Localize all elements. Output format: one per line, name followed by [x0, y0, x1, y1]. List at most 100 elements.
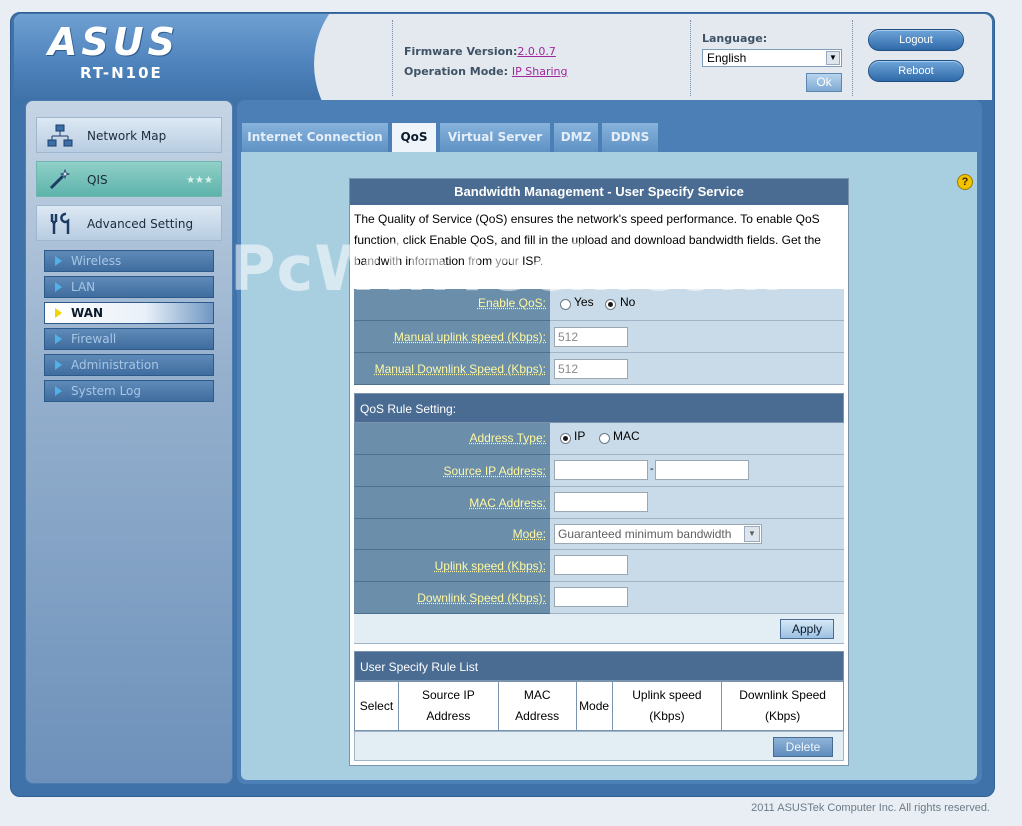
- firmware-label: Firmware Version:: [404, 45, 518, 58]
- mode-label: Mode:: [354, 519, 550, 550]
- qos-no-label: No: [620, 295, 636, 309]
- asus-logo: ASUS: [48, 20, 180, 64]
- language-ok-button[interactable]: Ok: [806, 73, 842, 92]
- mode-row: Mode: Guaranteed minimum bandwidth ▼: [354, 519, 844, 550]
- rule-list-section-header: User Specify Rule List: [354, 651, 844, 681]
- language-label: Language:: [702, 32, 768, 45]
- column-header: Select: [354, 681, 399, 731]
- source-ip-row: Source IP Address: -: [354, 455, 844, 487]
- sidebar-subitem-label: Wireless: [71, 254, 122, 268]
- mac-address-row: MAC Address:: [354, 487, 844, 519]
- firmware-version-link[interactable]: 2.0.0.7: [517, 45, 555, 58]
- firmware-info: Firmware Version:2.0.0.7 Operation Mode:…: [404, 42, 567, 82]
- table-header-row: Select Source IP Address MAC Address Mod…: [354, 681, 844, 731]
- enable-qos-field: Yes No: [550, 289, 844, 321]
- content-area: ? Bandwidth Management - User Specify Se…: [241, 152, 977, 780]
- rule-uplink-field: [550, 550, 844, 582]
- qos-panel: Bandwidth Management - User Specify Serv…: [349, 178, 849, 766]
- sidebar-item-qis[interactable]: QIS ★★★: [36, 161, 222, 197]
- address-ip-label: IP: [574, 429, 586, 443]
- enable-qos-row: Enable QoS: Yes No: [354, 289, 844, 321]
- sidebar-item-administration[interactable]: Administration: [44, 354, 214, 376]
- sidebar-subitem-label: Firewall: [71, 332, 117, 346]
- qos-yes-radio[interactable]: [560, 299, 571, 310]
- qos-rule-section-header: QoS Rule Setting:: [354, 393, 844, 423]
- tab-qos[interactable]: QoS: [391, 122, 437, 153]
- rule-uplink-row: Uplink speed (Kbps):: [354, 550, 844, 582]
- address-type-row: Address Type: IP MAC: [354, 423, 844, 455]
- downlink-label: Manual Downlink Speed (Kbps):: [354, 353, 550, 385]
- uplink-field: 512: [550, 321, 844, 353]
- source-ip-field: -: [550, 455, 844, 487]
- logout-button[interactable]: Logout: [868, 29, 964, 51]
- address-mac-label: MAC: [613, 429, 640, 443]
- qos-yes-label: Yes: [574, 295, 594, 309]
- enable-qos-label: Enable QoS:: [354, 289, 550, 321]
- help-icon[interactable]: ?: [957, 174, 973, 190]
- sidebar-item-label: Advanced Setting: [87, 217, 194, 231]
- sidebar: Network Map QIS ★★★ Advanced Setting Wir…: [25, 100, 233, 784]
- apply-row: Apply: [354, 614, 844, 644]
- rule-downlink-field: [550, 582, 844, 614]
- opmode-label: Operation Mode:: [404, 65, 509, 78]
- mode-field: Guaranteed minimum bandwidth ▼: [550, 519, 844, 550]
- triangle-right-icon: [55, 282, 62, 292]
- sidebar-subitem-label: WAN: [71, 306, 104, 320]
- downlink-field: 512: [550, 353, 844, 385]
- sidebar-item-wan[interactable]: WAN: [44, 302, 214, 324]
- address-type-label: Address Type:: [354, 423, 550, 455]
- delete-button[interactable]: Delete: [773, 737, 833, 757]
- sidebar-item-system-log[interactable]: System Log: [44, 380, 214, 402]
- sidebar-item-label: QIS: [87, 173, 108, 187]
- apply-button[interactable]: Apply: [780, 619, 834, 639]
- uplink-label: Manual uplink speed (Kbps):: [354, 321, 550, 353]
- column-header: Uplink speed (Kbps): [611, 681, 723, 731]
- triangle-right-icon: [55, 360, 62, 370]
- column-header: MAC Address: [497, 681, 577, 731]
- tab-dmz[interactable]: DMZ: [553, 122, 599, 152]
- sidebar-subitem-label: LAN: [71, 280, 96, 294]
- chevron-down-icon[interactable]: ▼: [826, 51, 840, 65]
- manual-uplink-input[interactable]: 512: [554, 327, 628, 347]
- magic-wand-icon: [49, 168, 71, 190]
- triangle-right-icon: [55, 256, 62, 266]
- rule-downlink-row: Downlink Speed (Kbps):: [354, 582, 844, 614]
- main-area: Internet Connection QoS Virtual Server D…: [237, 100, 982, 784]
- footer-copyright: 2011 ASUSTek Computer Inc. All rights re…: [751, 802, 990, 814]
- divider: [690, 20, 691, 96]
- reboot-button[interactable]: Reboot: [868, 60, 964, 82]
- mac-address-field: [550, 487, 844, 519]
- network-map-icon: [47, 124, 73, 147]
- language-select[interactable]: English ▼: [702, 49, 842, 67]
- tab-ddns[interactable]: DDNS: [601, 122, 659, 152]
- address-mac-radio[interactable]: [599, 433, 610, 444]
- mode-select[interactable]: Guaranteed minimum bandwidth ▼: [554, 524, 762, 544]
- source-ip-label: Source IP Address:: [354, 455, 550, 487]
- rule-downlink-input[interactable]: [554, 587, 628, 607]
- sidebar-item-network-map[interactable]: Network Map: [36, 117, 222, 153]
- tab-internet-connection[interactable]: Internet Connection: [241, 122, 389, 152]
- divider: [392, 20, 393, 96]
- source-ip-end-input[interactable]: [655, 460, 749, 480]
- downlink-row: Manual Downlink Speed (Kbps): 512: [354, 353, 844, 385]
- sidebar-item-firewall[interactable]: Firewall: [44, 328, 214, 350]
- tab-virtual-server[interactable]: Virtual Server: [439, 122, 551, 152]
- sidebar-item-advanced-setting[interactable]: Advanced Setting: [36, 205, 222, 241]
- rule-uplink-label: Uplink speed (Kbps):: [354, 550, 550, 582]
- sidebar-item-wireless[interactable]: Wireless: [44, 250, 214, 272]
- operation-mode-link[interactable]: IP Sharing: [512, 65, 568, 78]
- sidebar-subitem-label: Administration: [71, 358, 159, 372]
- address-ip-radio[interactable]: [560, 433, 571, 444]
- sidebar-item-lan[interactable]: LAN: [44, 276, 214, 298]
- manual-downlink-input[interactable]: 512: [554, 359, 628, 379]
- column-header: Downlink Speed (Kbps): [721, 681, 844, 731]
- chevron-down-icon[interactable]: ▼: [744, 526, 760, 542]
- rule-downlink-label: Downlink Speed (Kbps):: [354, 582, 550, 614]
- source-ip-start-input[interactable]: [554, 460, 648, 480]
- delete-row: Delete: [354, 731, 844, 761]
- qos-no-radio[interactable]: [605, 299, 616, 310]
- rule-uplink-input[interactable]: [554, 555, 628, 575]
- mode-value: Guaranteed minimum bandwidth: [558, 527, 732, 541]
- mac-address-input[interactable]: [554, 492, 648, 512]
- tools-icon: [50, 212, 70, 234]
